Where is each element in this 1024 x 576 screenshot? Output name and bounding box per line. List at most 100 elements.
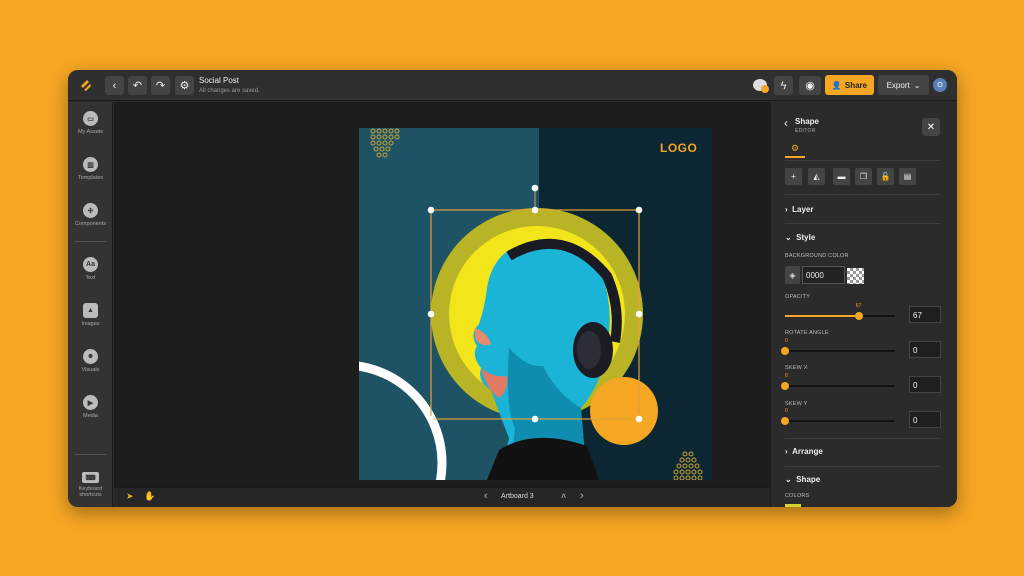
section-layer[interactable]: › Layer [785,205,813,214]
section-label: Layer [792,205,814,214]
chevron-right-icon: › [785,447,788,456]
skew-y-label: SKEW Y [785,401,808,407]
sidebar-item-media[interactable]: ▶ Media [68,395,113,419]
trash-icon: ▬ [837,172,846,181]
export-button[interactable]: Export ⌄ [878,75,929,95]
comments-icon[interactable] [752,77,770,94]
resize-handle[interactable] [531,206,539,214]
undo-button[interactable]: ↶ [128,76,147,95]
background-color-input[interactable]: 0000 [802,266,845,284]
user-avatar[interactable]: O [933,78,947,92]
resize-handle[interactable] [635,415,643,423]
sidebar-divider [75,454,106,455]
paint-bucket-icon: ◈ [789,270,796,280]
sidebar-item-label: Keyboard shortcuts [78,486,103,498]
components-icon: ✣ [83,203,98,218]
rotate-angle-input[interactable]: 0 [909,341,941,358]
redo-button[interactable]: ↷ [151,76,170,95]
skew-x-slider-thumb[interactable] [781,382,789,390]
rotate-handle[interactable] [531,184,539,192]
sidebar-item-components[interactable]: ✣ Components [68,203,113,227]
skew-y-input[interactable]: 0 [909,411,941,428]
resize-handle[interactable] [427,415,435,423]
sidebar-item-my-assets[interactable]: ▭ My Assets [68,111,113,135]
selection-box[interactable] [430,209,640,420]
lightning-button[interactable]: ϟ [774,76,793,95]
shape-color-swatch[interactable] [785,504,801,507]
hand-tool-icon[interactable]: ✋ [144,491,155,502]
save-status: All changes are saved. [199,88,260,94]
top-bar: ‹ ↶ ↷ ⚙ Social Post All changes are save… [68,70,957,101]
gear-icon: ⚙ [179,80,190,92]
bottom-bar: ➤ ✋ ‹ Artboard 3 ˄ › [114,487,770,507]
sidebar-item-keyboard-shortcuts[interactable]: ⌨ Keyboard shortcuts [68,472,113,498]
chevron-down-icon: ⌄ [785,233,792,242]
play-icon: ▶ [83,395,98,410]
panel-title: Shape [795,117,820,126]
preview-button[interactable]: ◉ [799,76,821,95]
add-user-icon: 👤 [831,80,842,90]
section-arrange[interactable]: › Arrange [785,447,823,456]
skew-x-label: SKEW X [785,365,808,371]
skew-x-input[interactable]: 0 [909,376,941,393]
next-artboard-icon[interactable]: › [580,490,584,502]
resize-handle[interactable] [635,206,643,214]
section-label: Shape [796,475,821,484]
duplicate-button[interactable]: ❐ [855,168,872,185]
export-label: Export [886,80,910,90]
sidebar-item-label: Visuals [81,367,100,373]
redo-icon: ↷ [155,80,166,92]
add-button[interactable]: + [785,168,802,185]
sidebar-item-images[interactable]: ▲ Images [68,303,113,327]
sidebar-item-label: My Assets [77,129,104,135]
rotate-slider-thumb[interactable] [781,347,789,355]
app-logo-icon[interactable] [78,77,94,93]
skew-y-slider-value: 0 [785,408,788,414]
opacity-slider-value: 67 [855,303,862,309]
sidebar-item-text[interactable]: Aa Text [68,257,113,281]
sidebar-item-label: Images [81,321,100,327]
divider [785,160,941,161]
panel-back-icon[interactable]: ‹ [784,116,788,130]
tab-settings[interactable]: ⚙ [785,140,805,158]
skew-y-slider-thumb[interactable] [781,417,789,425]
resize-handles [427,206,643,423]
rotate-slider-value: 0 [785,338,788,344]
back-button[interactable]: ‹ [105,76,124,95]
sidebar-item-templates[interactable]: ▥ Templates [68,157,113,181]
shapes-button[interactable]: ◭ [808,168,825,185]
share-button[interactable]: 👤 Share [825,75,874,95]
chevron-up-icon[interactable]: ˄ [561,491,566,501]
opacity-input[interactable]: 67 [909,306,941,323]
settings-button[interactable]: ⚙ [175,76,194,95]
skew-y-slider[interactable]: 0 [781,408,895,425]
export-shape-button[interactable]: ▤ [899,168,916,185]
folder-icon: ▭ [83,111,98,126]
unlock-icon: 🔓 [880,172,891,181]
artboard-name[interactable]: Artboard 3 [501,493,534,500]
section-style[interactable]: ⌄ Style [785,233,815,242]
transparency-swatch[interactable] [847,268,864,284]
pointer-tool-icon[interactable]: ➤ [126,491,134,502]
opacity-slider-thumb[interactable] [854,312,863,320]
resize-handle[interactable] [427,206,435,214]
left-sidebar: ▭ My Assets ▥ Templates ✣ Components Aa … [68,102,113,507]
delete-button[interactable]: ▬ [833,168,850,185]
document-title[interactable]: Social Post [199,76,239,85]
file-icon: ▤ [903,172,912,181]
rotate-slider[interactable]: 0 [781,338,895,355]
fill-picker-button[interactable]: ◈ [785,266,800,284]
section-shape[interactable]: ⌄ Shape [785,475,820,484]
selection-overlay[interactable] [359,128,712,480]
previous-artboard-icon[interactable]: ‹ [484,490,488,502]
close-button[interactable]: ✕ [922,118,940,136]
opacity-slider[interactable]: 67 [785,303,895,320]
resize-handle[interactable] [635,310,643,318]
resize-handle[interactable] [427,310,435,318]
unlock-button[interactable]: 🔓 [877,168,894,185]
opacity-slider-fill [785,315,859,317]
sidebar-item-visuals[interactable]: ☻ Visuals [68,349,113,373]
resize-handle[interactable] [531,415,539,423]
lightning-icon: ϟ [780,79,787,92]
skew-x-slider[interactable]: 0 [781,373,895,390]
